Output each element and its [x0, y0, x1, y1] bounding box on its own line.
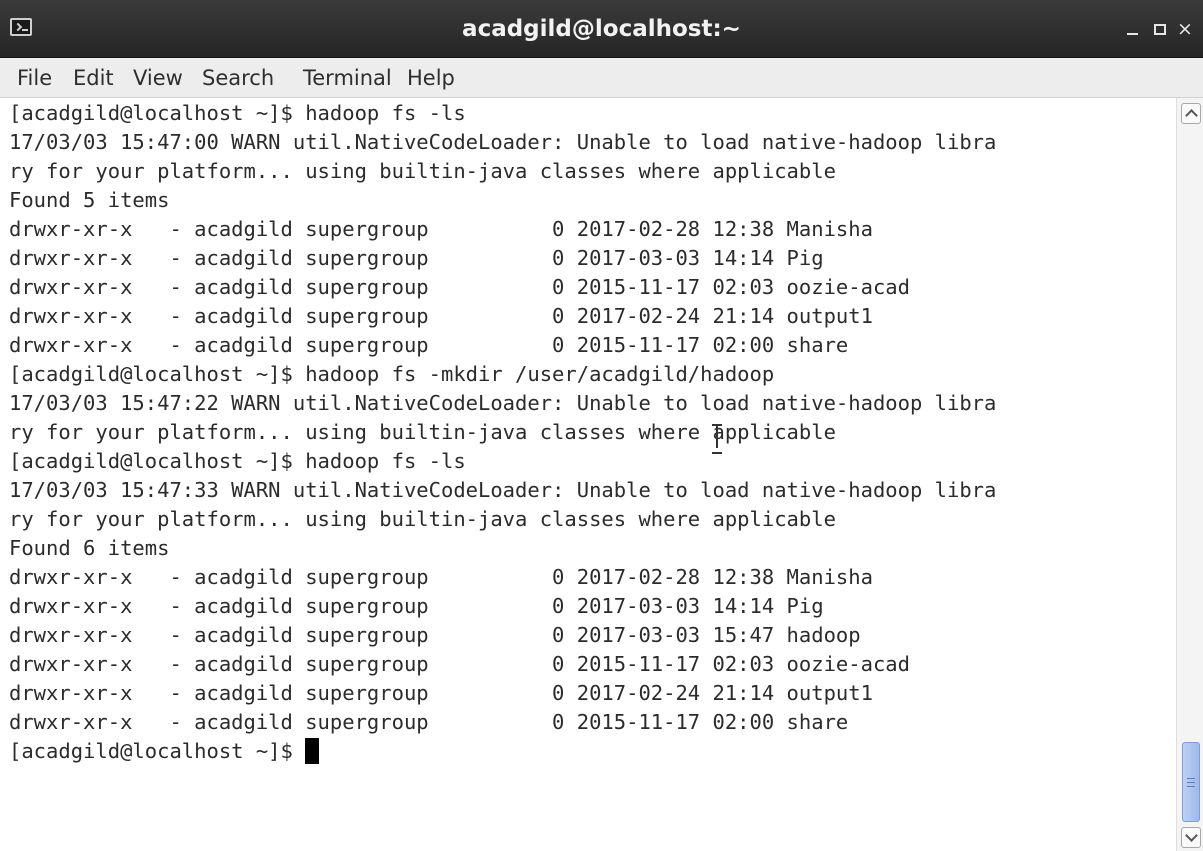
menu-search[interactable]: Search	[202, 58, 274, 98]
terminal-line: drwxr-xr-x - acadgild supergroup 0 2017-…	[9, 217, 873, 241]
menu-file[interactable]: File	[17, 58, 52, 98]
terminal-line: drwxr-xr-x - acadgild supergroup 0 2017-…	[9, 681, 873, 705]
maximize-icon	[1154, 24, 1166, 35]
vertical-scrollbar[interactable]	[1176, 98, 1203, 851]
terminal-output[interactable]: [acadgild@localhost ~]$ hadoop fs -ls 17…	[0, 98, 1176, 851]
text-cursor	[305, 738, 320, 764]
scroll-up-button[interactable]	[1181, 103, 1201, 124]
terminal-line: ry for your platform... using builtin-ja…	[9, 507, 836, 531]
terminal-line: [acadgild@localhost ~]$ hadoop fs -ls	[9, 449, 466, 473]
grip-line	[1187, 778, 1195, 779]
terminal-line: drwxr-xr-x - acadgild supergroup 0 2017-…	[9, 246, 824, 270]
terminal-line: drwxr-xr-x - acadgild supergroup 0 2015-…	[9, 275, 910, 299]
terminal-line: drwxr-xr-x - acadgild supergroup 0 2015-…	[9, 710, 849, 734]
scroll-down-button[interactable]	[1181, 827, 1201, 848]
terminal-line: drwxr-xr-x - acadgild supergroup 0 2017-…	[9, 594, 824, 618]
terminal-line: 17/03/03 15:47:00 WARN util.NativeCodeLo…	[9, 130, 997, 154]
terminal-line: 17/03/03 15:47:33 WARN util.NativeCodeLo…	[9, 478, 997, 502]
menu-bar: File Edit View Search Terminal Help	[0, 58, 1203, 98]
terminal-line: [acadgild@localhost ~]$ hadoop fs -mkdir…	[9, 362, 775, 386]
terminal-line: Found 5 items	[9, 188, 170, 212]
minimize-icon	[1126, 33, 1138, 35]
text-cursor-ibeam-icon	[711, 424, 723, 454]
terminal-line: drwxr-xr-x - acadgild supergroup 0 2017-…	[9, 565, 873, 589]
close-icon: ×	[1177, 18, 1193, 40]
menu-terminal[interactable]: Terminal	[303, 58, 392, 98]
terminal-window: acadgild@localhost:~ × File Edit View Se…	[0, 0, 1203, 851]
menu-view[interactable]: View	[133, 58, 183, 98]
window-title: acadgild@localhost:~	[462, 16, 741, 42]
title-bar[interactable]: acadgild@localhost:~ ×	[0, 0, 1203, 58]
grip-line	[1187, 786, 1195, 787]
terminal-line: drwxr-xr-x - acadgild supergroup 0 2017-…	[9, 623, 861, 647]
terminal-line: drwxr-xr-x - acadgild supergroup 0 2017-…	[9, 304, 873, 328]
terminal-line: [acadgild@localhost ~]$ hadoop fs -ls	[9, 101, 466, 125]
terminal-line: 17/03/03 15:47:22 WARN util.NativeCodeLo…	[9, 391, 997, 415]
close-button[interactable]: ×	[1174, 18, 1196, 40]
terminal-prompt: [acadgild@localhost ~]$	[9, 739, 306, 763]
terminal-line: ry for your platform... using builtin-ja…	[9, 159, 836, 183]
terminal-prompt-line[interactable]: [acadgild@localhost ~]$	[9, 737, 320, 766]
scroll-thumb[interactable]	[1182, 742, 1200, 822]
grip-line	[1187, 782, 1195, 783]
menu-help[interactable]: Help	[407, 58, 455, 98]
maximize-button[interactable]	[1149, 18, 1171, 40]
minimize-button[interactable]	[1121, 18, 1143, 40]
terminal-line: drwxr-xr-x - acadgild supergroup 0 2015-…	[9, 333, 849, 357]
terminal-line: drwxr-xr-x - acadgild supergroup 0 2015-…	[9, 652, 910, 676]
menu-edit[interactable]: Edit	[73, 58, 114, 98]
terminal-line: Found 6 items	[9, 536, 170, 560]
